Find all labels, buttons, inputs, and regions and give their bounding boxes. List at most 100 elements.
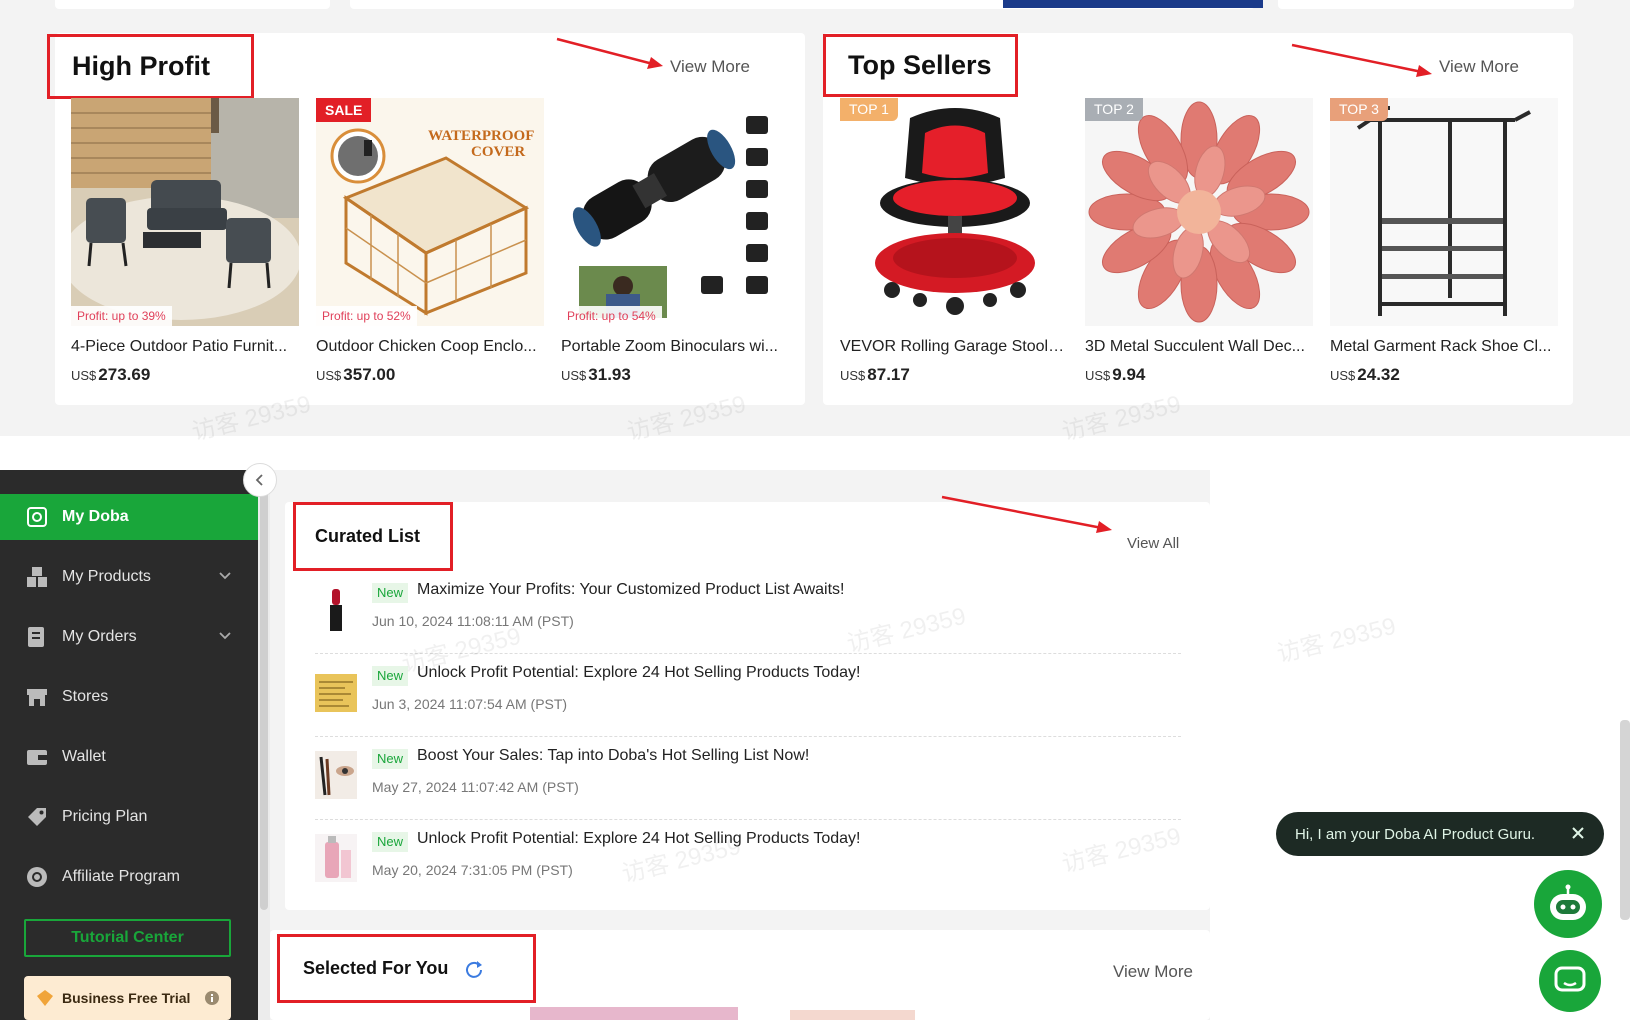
price-value: 9.94 (1112, 365, 1146, 384)
collapse-sidebar-button[interactable] (243, 463, 277, 497)
robot-icon (1550, 884, 1586, 920)
business-trial-label: Business Free Trial (62, 990, 191, 1006)
product-name[interactable]: VEVOR Rolling Garage Stool, ... (840, 338, 1068, 356)
scrollbar-thumb[interactable] (260, 490, 268, 910)
business-trial-banner[interactable]: Business Free Trial (24, 976, 231, 1020)
product-price: US$ 24.32 (1330, 365, 1558, 385)
label-sheet-thumbnail (315, 674, 357, 712)
refresh-icon[interactable] (464, 959, 484, 979)
product-image[interactable]: Profit: up to 39% (71, 98, 299, 326)
product-image[interactable]: TOP 1 (840, 98, 1068, 326)
sidebar-item-affiliate-program[interactable]: Affiliate Program (0, 854, 258, 900)
curated-view-all-link[interactable]: View All (1127, 535, 1179, 552)
chat-greeting: Hi, I am your Doba AI Product Guru. (1295, 825, 1536, 843)
product-card[interactable]: TOP 3 Metal Garment Rack Shoe Cl... US$ 2… (1330, 98, 1558, 385)
product-name[interactable]: 3D Metal Succulent Wall Dec... (1085, 338, 1313, 356)
new-badge: New (372, 832, 409, 852)
product-image[interactable]: WATERPROOF COVER SALE Profit: up to 52% (316, 98, 544, 326)
sidebar-item-my-products[interactable]: My Products (0, 554, 258, 600)
top-sellers-view-more-link[interactable]: View More (1439, 57, 1519, 77)
binoculars-image (561, 98, 789, 326)
new-badge: New (372, 666, 409, 686)
eyeliner-thumbnail (315, 751, 357, 799)
product-name[interactable]: Outdoor Chicken Coop Enclo... (316, 338, 544, 356)
product-card[interactable]: TOP 2 3D Metal Succulent Wall Dec... US$… (1085, 98, 1313, 385)
product-card[interactable]: Profit: up to 39% 4-Piece Outdoor Patio … (71, 98, 299, 385)
curated-list-item[interactable]: New Boost Your Sales: Tap into Doba's Ho… (315, 743, 1181, 826)
sidebar-item-label: My Doba (62, 508, 129, 525)
coop-overlay-line2: COVER (471, 144, 525, 160)
live-chat-button[interactable] (1539, 950, 1601, 1012)
product-name[interactable]: Portable Zoom Binoculars wi... (561, 338, 789, 356)
profit-tag: Profit: up to 54% (561, 306, 662, 326)
curated-item-date: May 27, 2024 11:07:42 AM (PST) (372, 779, 579, 795)
tag-icon (26, 806, 48, 828)
products-icon (26, 566, 48, 588)
curated-item-title[interactable]: Unlock Profit Potential: Explore 24 Hot … (417, 664, 861, 682)
product-name[interactable]: Metal Garment Rack Shoe Cl... (1330, 338, 1558, 356)
tutorial-center-button[interactable]: Tutorial Center (24, 919, 231, 957)
sidebar-item-label: Affiliate Program (62, 868, 180, 885)
store-icon (26, 686, 48, 708)
curated-item-title[interactable]: Unlock Profit Potential: Explore 24 Hot … (417, 830, 861, 848)
divider (315, 736, 1181, 737)
profit-tag: Profit: up to 52% (316, 306, 417, 326)
sidebar-item-label: My Products (62, 568, 151, 585)
chat-icon (1554, 966, 1586, 992)
sidebar-item-my-doba[interactable]: My Doba (0, 494, 258, 540)
product-card[interactable]: TOP 1 VEVOR Rolling Garage Stool, ... US… (840, 98, 1068, 385)
product-price: US$ 273.69 (71, 365, 299, 385)
product-image[interactable]: Profit: up to 54% (561, 98, 789, 326)
chevron-down-icon[interactable] (218, 568, 232, 582)
curated-list-item[interactable]: New Maximize Your Profits: Your Customiz… (315, 577, 1181, 660)
selected-for-you-title: Selected For You (303, 958, 449, 978)
sidebar-item-label: My Orders (62, 628, 137, 645)
high-profit-view-more-link[interactable]: View More (670, 57, 750, 77)
curated-item-title[interactable]: Maximize Your Profits: Your Customized P… (417, 581, 844, 599)
sidebar-item-wallet[interactable]: Wallet (0, 734, 258, 780)
product-card[interactable]: WATERPROOF COVER SALE Profit: up to 52% … (316, 98, 544, 385)
new-badge: New (372, 749, 409, 769)
rank-badge: TOP 1 (840, 98, 898, 121)
lipstick-thumbnail (330, 589, 342, 631)
high-profit-title: High Profit (47, 34, 254, 99)
sidebar-item-label: Wallet (62, 748, 106, 765)
product-price: US$ 31.93 (561, 365, 789, 385)
curated-list-title: Curated List (293, 502, 453, 571)
info-icon[interactable] (205, 991, 219, 1005)
sidebar-item-my-orders[interactable]: My Orders (0, 614, 258, 660)
metal-succulent-image (1085, 98, 1313, 326)
product-price: US$ 9.94 (1085, 365, 1313, 385)
previous-card-edge (1278, 0, 1574, 9)
product-thumbnail-edge[interactable] (530, 1007, 738, 1020)
curated-list-item[interactable]: New Unlock Profit Potential: Explore 24 … (315, 826, 1181, 909)
sale-badge: SALE (316, 98, 372, 122)
annotation-arrow (941, 495, 1112, 533)
garment-rack-image (1330, 98, 1558, 326)
sidebar-scrollbar[interactable] (258, 470, 270, 1020)
currency: US$ (1330, 368, 1356, 383)
product-thumbnail-edge[interactable] (790, 1010, 915, 1020)
close-icon[interactable] (1570, 825, 1586, 841)
product-card[interactable]: Profit: up to 54% Portable Zoom Binocula… (561, 98, 789, 385)
product-image[interactable]: TOP 2 (1085, 98, 1313, 326)
ai-guru-chat-bubble[interactable]: Hi, I am your Doba AI Product Guru. (1276, 812, 1604, 856)
curated-list-item[interactable]: New Unlock Profit Potential: Explore 24 … (315, 660, 1181, 743)
divider (315, 819, 1181, 820)
page-scrollbar[interactable] (1620, 720, 1630, 920)
product-name[interactable]: 4-Piece Outdoor Patio Furnit... (71, 338, 299, 356)
sidebar-item-pricing-plan[interactable]: Pricing Plan (0, 794, 258, 840)
sidebar-item-stores[interactable]: Stores (0, 674, 258, 720)
curated-item-date: May 20, 2024 7:31:05 PM (PST) (372, 862, 573, 878)
currency: US$ (71, 368, 97, 383)
previous-card-edge (55, 0, 330, 9)
price-value: 87.17 (867, 365, 910, 384)
selected-view-more-link[interactable]: View More (1113, 962, 1193, 982)
wallet-icon (26, 746, 48, 768)
curated-item-title[interactable]: Boost Your Sales: Tap into Doba's Hot Se… (417, 747, 809, 765)
currency: US$ (561, 368, 587, 383)
chevron-down-icon[interactable] (218, 628, 232, 642)
ai-assistant-button[interactable] (1534, 870, 1602, 938)
dashboard-area: My Doba My Products My Orders Stores Wal… (0, 463, 1630, 1020)
product-image[interactable]: TOP 3 (1330, 98, 1558, 326)
